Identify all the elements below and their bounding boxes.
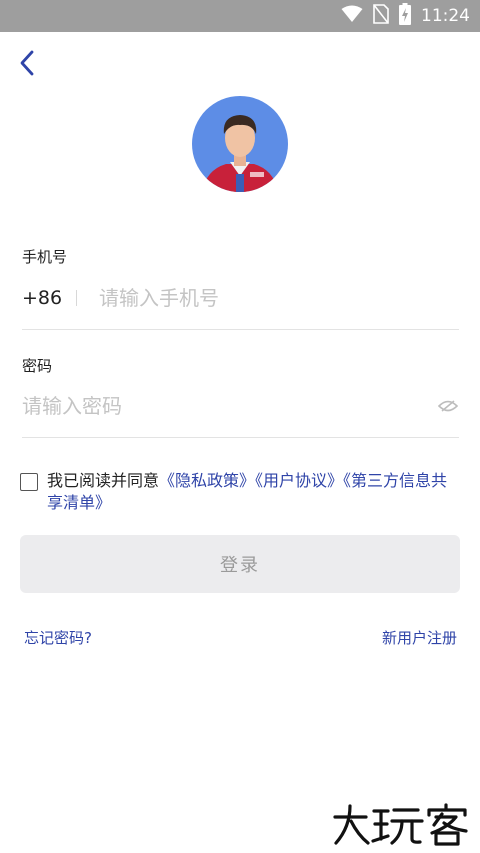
password-field-row [22, 386, 459, 426]
back-button[interactable] [12, 48, 42, 82]
country-code[interactable]: +86 [22, 287, 76, 309]
phone-divider [22, 329, 459, 330]
no-sim-icon [373, 4, 389, 28]
phone-input[interactable] [99, 286, 459, 310]
password-label: 密码 [22, 357, 53, 375]
status-bar: 11:24 [0, 0, 480, 32]
phone-field-row: +86 [22, 278, 459, 318]
login-button[interactable]: 登录 [20, 535, 460, 593]
agreement-checkbox[interactable] [20, 473, 38, 491]
register-link[interactable]: 新用户注册 [382, 627, 457, 648]
avatar [192, 96, 288, 192]
password-input[interactable] [22, 394, 437, 418]
privacy-policy-link[interactable]: 《隐私政策》 [159, 471, 255, 490]
phone-label: 手机号 [22, 248, 68, 266]
forgot-password-link[interactable]: 忘记密码? [24, 627, 92, 648]
watermark-logo [332, 803, 472, 847]
agreement-prefix: 我已阅读并同意 [47, 471, 160, 490]
battery-charging-icon [399, 3, 411, 29]
agreement-text: 我已阅读并同意《隐私政策》《用户协议》《第三方信息共享清单》 [47, 470, 453, 514]
password-divider [22, 437, 459, 438]
status-icons: 11:24 [341, 0, 470, 32]
agreement-row: 我已阅读并同意《隐私政策》《用户协议》《第三方信息共享清单》 [20, 470, 460, 514]
user-agreement-link[interactable]: 《用户协议》 [255, 471, 343, 490]
back-arrow-icon [19, 50, 35, 80]
eye-hidden-icon[interactable] [437, 395, 459, 417]
status-time: 11:24 [421, 6, 470, 26]
wifi-icon [341, 5, 363, 27]
field-separator [76, 290, 77, 306]
